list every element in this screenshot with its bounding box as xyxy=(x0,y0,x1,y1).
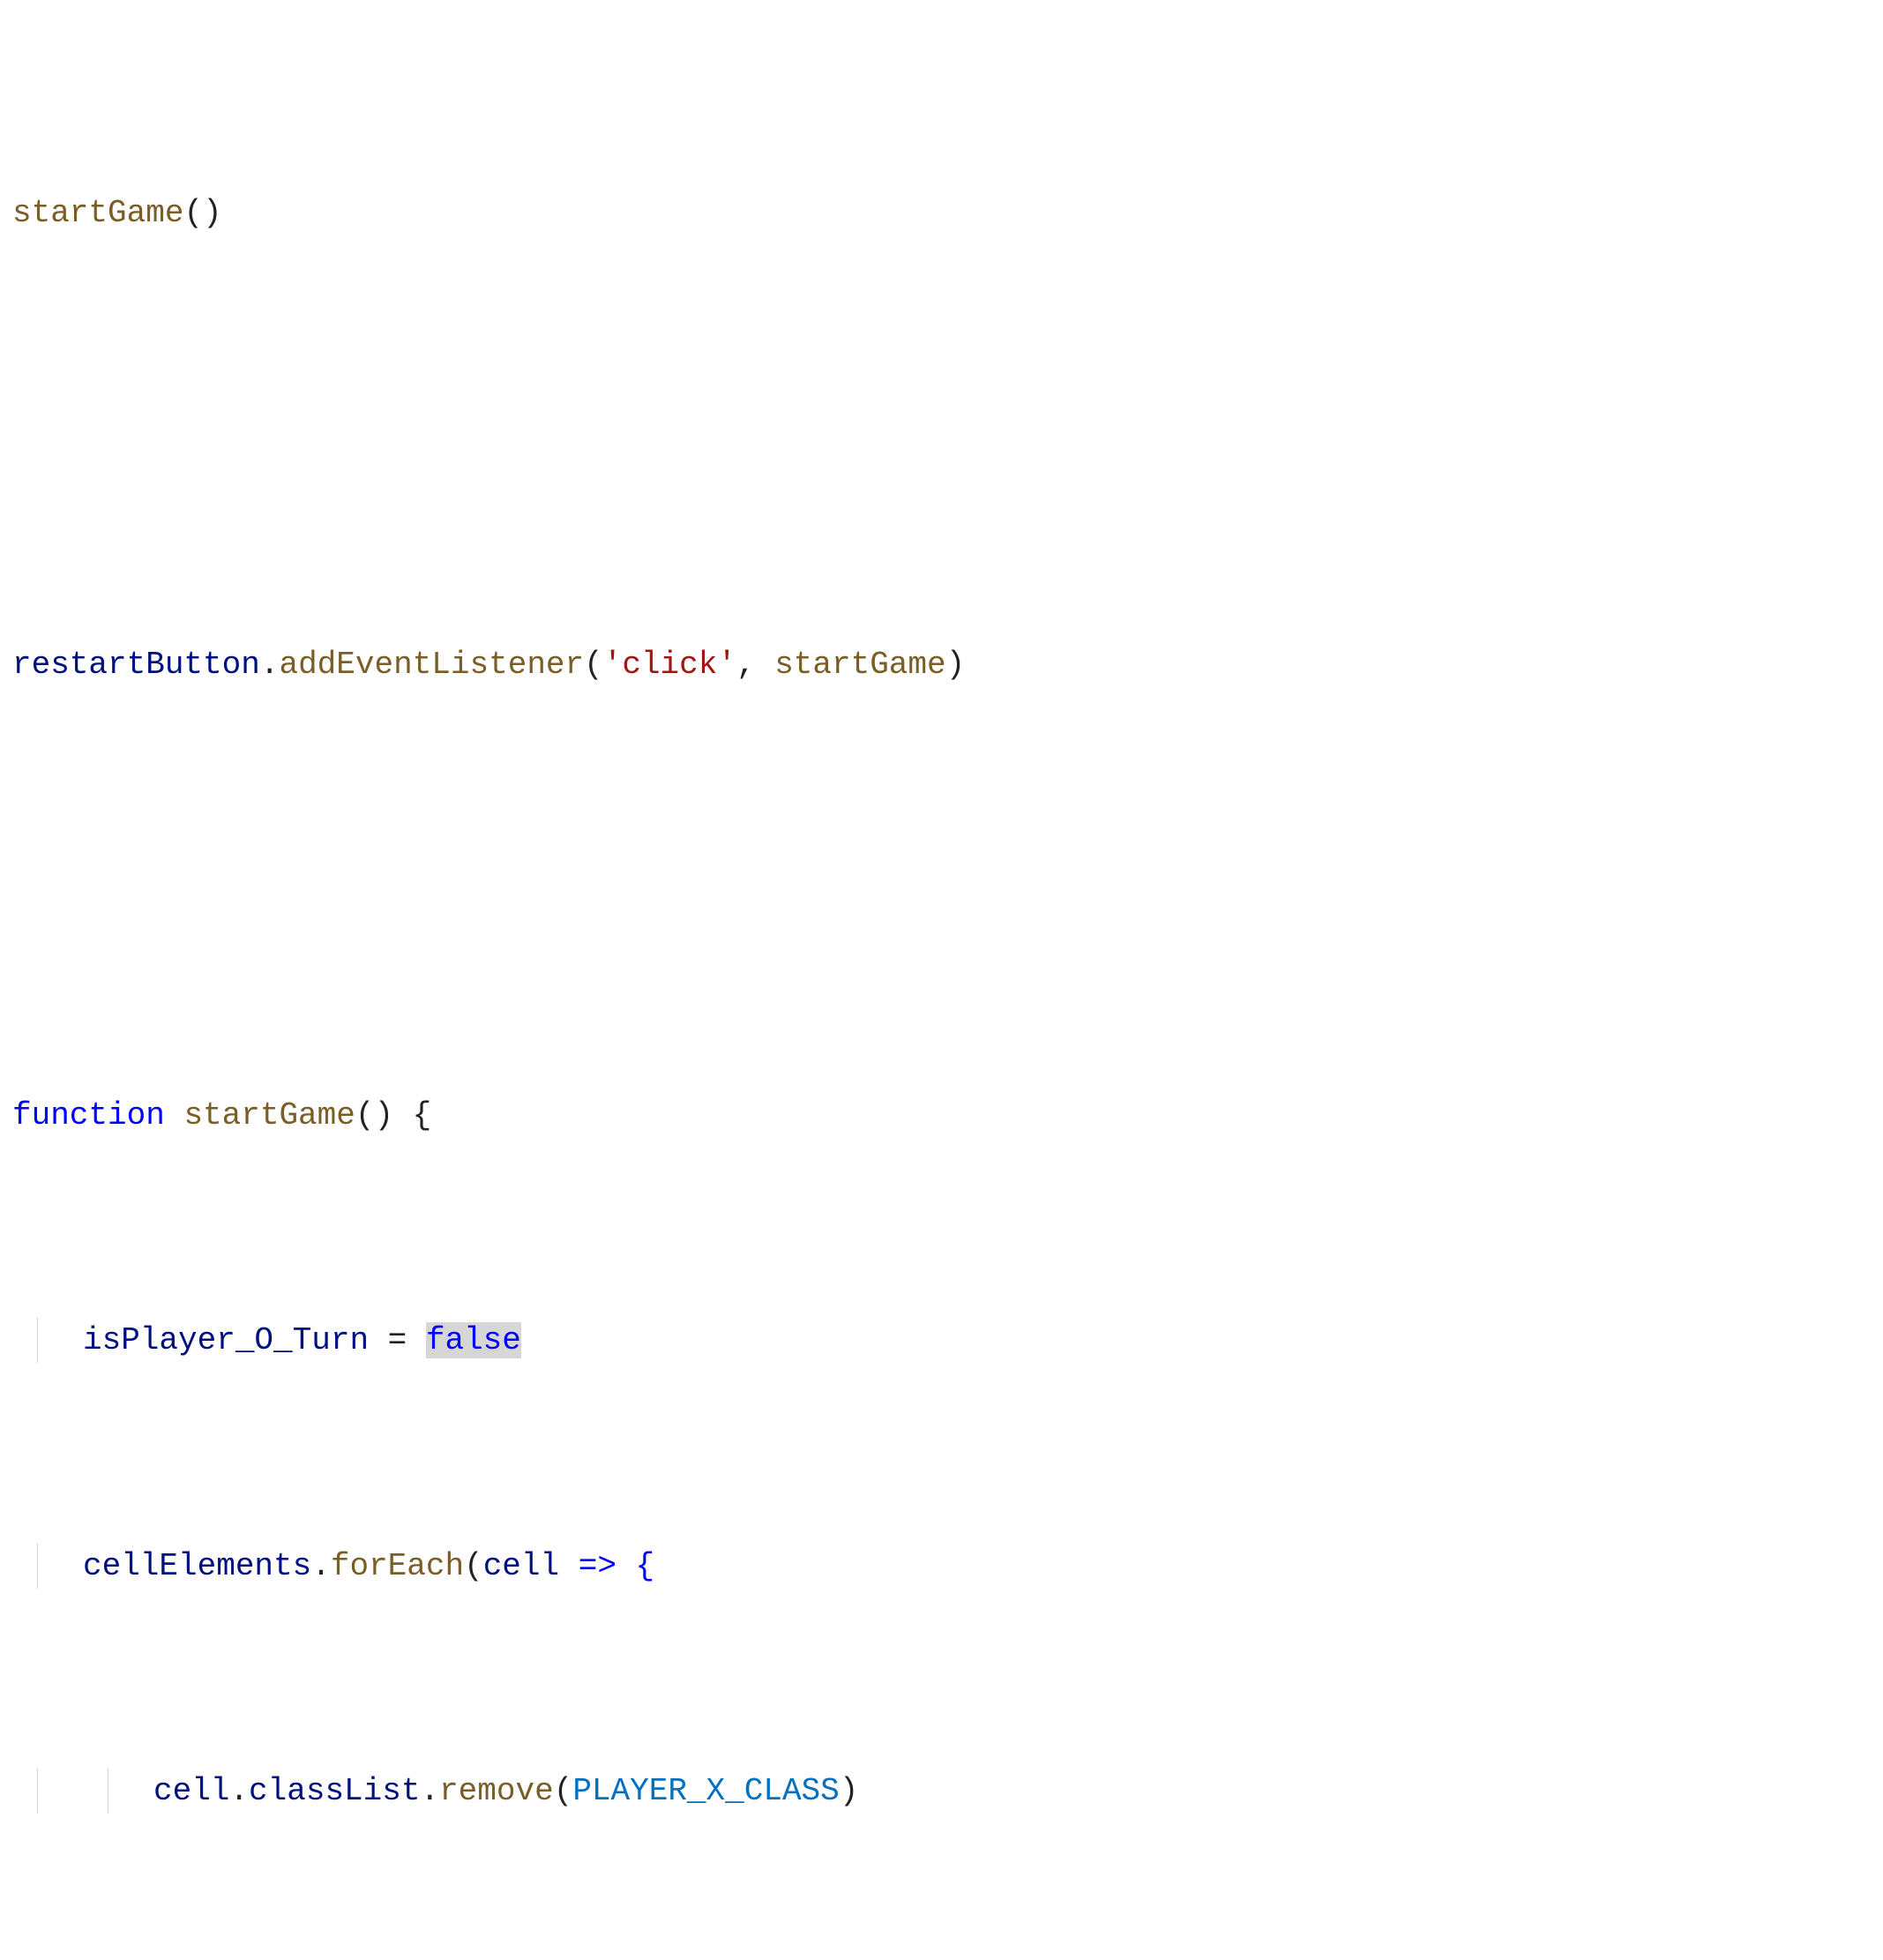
punct: ) xyxy=(840,1773,859,1809)
identifier: restartButton xyxy=(12,647,260,683)
punct: () xyxy=(183,195,221,231)
space xyxy=(165,1097,184,1133)
prop: classList xyxy=(249,1773,420,1809)
keyword: function xyxy=(12,1097,165,1133)
punct: () { xyxy=(355,1097,431,1133)
punct: . xyxy=(229,1773,249,1809)
indent-guide xyxy=(37,1544,38,1589)
function-ref: startGame xyxy=(774,647,945,683)
punct: ( xyxy=(584,647,603,683)
identifier: isPlayer_O_Turn xyxy=(83,1322,369,1358)
code-line: isPlayer_O_Turn = false xyxy=(12,1318,1874,1363)
method: forEach xyxy=(331,1548,464,1584)
method: remove xyxy=(439,1773,554,1809)
code-line-blank xyxy=(12,867,1874,912)
punct: . xyxy=(420,1773,439,1809)
function-name: startGame xyxy=(183,1097,355,1133)
keyword-highlight: false xyxy=(426,1322,521,1358)
punct: , xyxy=(736,647,774,683)
code-editor[interactable]: startGame() restartButton.addEventListen… xyxy=(0,0,1883,1960)
constant: PLAYER_X_CLASS xyxy=(572,1773,839,1809)
punct: ) xyxy=(946,647,966,683)
punct: ( xyxy=(554,1773,573,1809)
code-line: function startGame() { xyxy=(12,1093,1874,1138)
identifier: cell xyxy=(153,1773,229,1809)
code-line: cellElements.forEach(cell => { xyxy=(12,1544,1874,1589)
code-line-blank xyxy=(12,416,1874,461)
punct: = xyxy=(369,1322,426,1358)
param: cell xyxy=(483,1548,559,1584)
string: 'click' xyxy=(603,647,736,683)
identifier: cellElements xyxy=(83,1548,311,1584)
punct: ( xyxy=(464,1548,483,1584)
indent-guide xyxy=(37,1769,38,1814)
punct: . xyxy=(260,647,280,683)
function-call: startGame xyxy=(12,195,183,231)
indent-guide xyxy=(37,1318,38,1363)
arrow: => { xyxy=(559,1548,654,1584)
code-line: cell.classList.remove(PLAYER_X_CLASS) xyxy=(12,1769,1874,1814)
code-line: restartButton.addEventListener('click', … xyxy=(12,642,1874,687)
code-line: startGame() xyxy=(12,191,1874,236)
method: addEventListener xyxy=(279,647,584,683)
punct: . xyxy=(311,1548,331,1584)
